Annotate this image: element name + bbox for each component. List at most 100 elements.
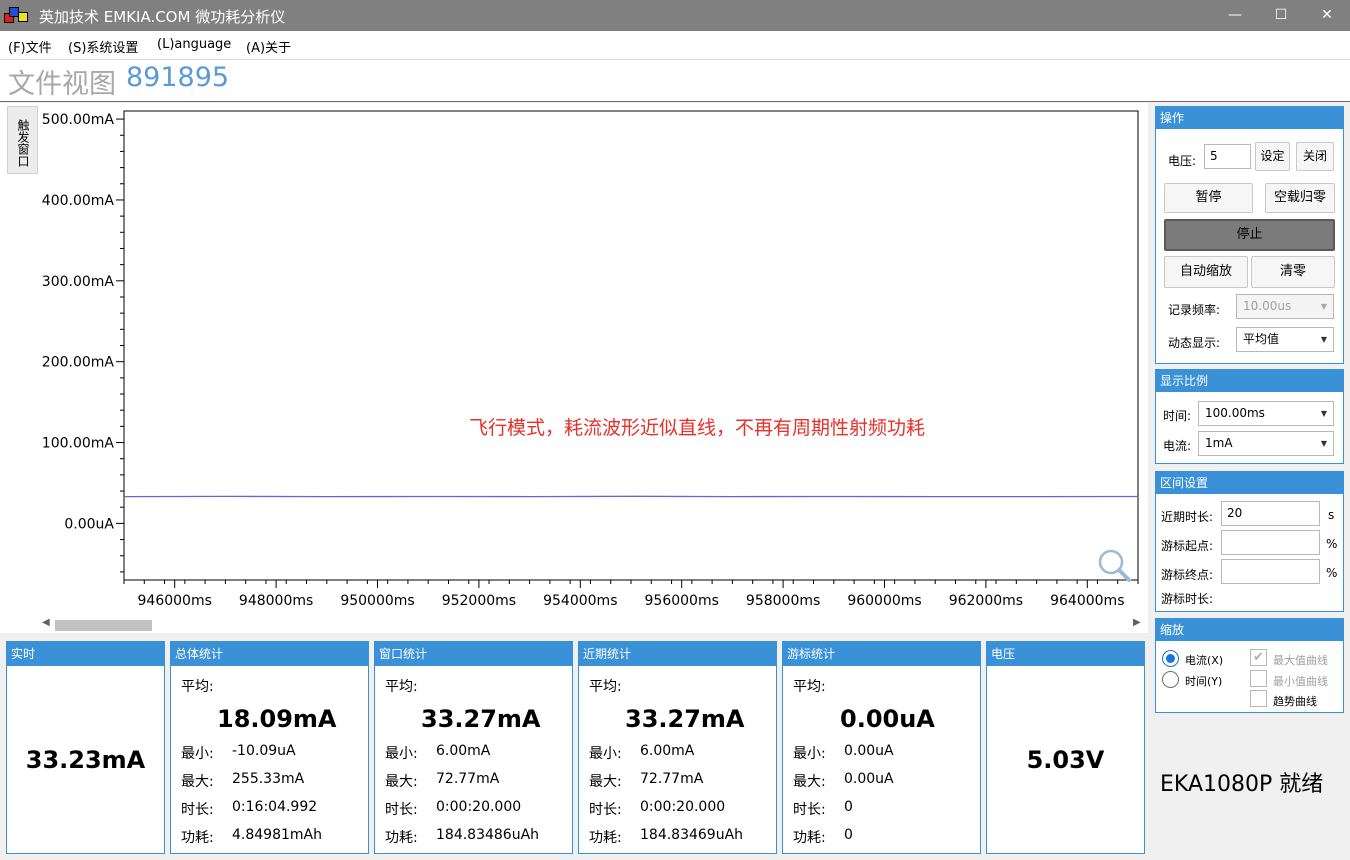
window-power-label: 功耗:: [385, 830, 418, 846]
total-duration-value: 0:16:04.992: [232, 799, 318, 815]
total-min-value: -10.09uA: [232, 743, 296, 759]
recent-duration-label: 近期时长:: [1161, 510, 1214, 524]
cursor-duration-label: 时长:: [793, 802, 826, 818]
x-tick-label: 958000ms: [746, 593, 820, 609]
current-waveform-chart[interactable]: 500.00mA 400.00mA 300.00mA 200.00mA 100.00mA…: [0, 103, 1148, 613]
recent-duration-input[interactable]: 20: [1221, 501, 1320, 526]
trend-curve-checkbox[interactable]: [1250, 690, 1267, 707]
cursor-stats-panel: 游标统计 平均: 0.00uA 最小: 0.00uA 最大: 0.00uA 时长…: [782, 641, 981, 854]
window-title: 英加技术 EMKIA.COM 微功耗分析仪: [39, 8, 286, 26]
minimize-button[interactable]: —: [1212, 0, 1258, 31]
recent-stats-panel: 近期统计 平均: 33.27mA 最小: 6.00mA 最大: 72.77mA …: [578, 641, 777, 854]
window-avg-label: 平均:: [385, 679, 418, 695]
max-curve-label: 最大值曲线: [1273, 654, 1328, 667]
device-status: EKA1080P 就绪: [1160, 772, 1324, 797]
clear-button[interactable]: 清零: [1251, 256, 1335, 288]
max-curve-checkbox[interactable]: ✔: [1250, 649, 1267, 666]
current-scale-label: 电流:: [1163, 439, 1192, 453]
window-duration-value: 0:00:20.000: [436, 799, 522, 815]
recent-max-value: 72.77mA: [640, 771, 704, 787]
cursor-duration-value: 0: [844, 799, 853, 815]
cursor-end-input[interactable]: [1221, 559, 1320, 584]
cursor-avg-value: 0.00uA: [840, 705, 935, 733]
zoom-time-label: 时间(Y): [1185, 675, 1223, 688]
zoom-time-radio[interactable]: [1162, 671, 1179, 688]
y-tick-label: 200.00mA: [42, 355, 115, 371]
recent-min-label: 最小:: [589, 746, 622, 762]
menu-about[interactable]: (A)关于: [246, 37, 291, 56]
display-scale-group: 显示比例 时间: 100.00ms ▼ 电流: 1mA ▼: [1155, 369, 1344, 464]
window-min-label: 最小:: [385, 746, 418, 762]
x-tick-label: 962000ms: [949, 593, 1023, 609]
cursor-max-value: 0.00uA: [844, 771, 894, 787]
close-power-button[interactable]: 关闭: [1296, 142, 1334, 171]
total-duration-label: 时长:: [181, 802, 214, 818]
app-logo-icon: [4, 7, 30, 25]
x-tick-label: 950000ms: [340, 593, 414, 609]
cursor-start-input[interactable]: [1221, 530, 1320, 555]
cursor-min-value: 0.00uA: [844, 743, 894, 759]
maximize-button[interactable]: ☐: [1258, 0, 1304, 31]
zoom-current-radio[interactable]: [1162, 650, 1179, 667]
time-scale-select[interactable]: 100.00ms ▼: [1198, 401, 1334, 426]
chevron-down-icon: ▼: [1320, 439, 1327, 448]
cursor-start-label: 游标起点:: [1161, 539, 1214, 553]
stop-button[interactable]: 停止: [1164, 219, 1335, 251]
total-max-label: 最大:: [181, 774, 214, 790]
range-settings-group: 区间设置 近期时长: 20 s 游标起点: % 游标终点: % 游标时长:: [1155, 471, 1344, 612]
recent-avg-value: 33.27mA: [625, 705, 745, 733]
time-scale-value: 100.00ms: [1205, 406, 1265, 420]
cursor-power-value: 0: [844, 827, 853, 843]
y-tick-label: 300.00mA: [42, 274, 115, 290]
y-tick-label: 0.00uA: [64, 516, 114, 532]
record-rate-value: 10.00us: [1243, 299, 1292, 313]
chevron-down-icon: ▼: [1320, 409, 1327, 418]
menu-settings[interactable]: (S)系统设置: [68, 37, 138, 56]
auto-scale-button[interactable]: 自动缩放: [1164, 256, 1248, 288]
total-power-value: 4.84981mAh: [232, 827, 322, 843]
scroll-left-icon[interactable]: ◀: [42, 617, 50, 628]
window-max-label: 最大:: [385, 774, 418, 790]
pause-button[interactable]: 暂停: [1164, 183, 1253, 213]
cursor-avg-label: 平均:: [793, 679, 826, 695]
trigger-window-button[interactable]: 触发窗口: [7, 106, 38, 174]
total-min-label: 最小:: [181, 746, 214, 762]
voltage-value: 5.03V: [1026, 746, 1105, 774]
cursor-power-label: 功耗:: [793, 830, 826, 846]
x-tick-label: 956000ms: [645, 593, 719, 609]
recent-duration-unit: s: [1328, 508, 1335, 522]
realtime-title: 实时: [7, 642, 164, 666]
close-window-button[interactable]: ✕: [1304, 0, 1350, 31]
voltage-title: 电压: [987, 642, 1144, 666]
title-bar: 英加技术 EMKIA.COM 微功耗分析仪 — ☐ ✕: [0, 0, 1350, 31]
realtime-panel: 实时 33.23mA: [6, 641, 165, 854]
menu-file[interactable]: (F)文件: [8, 37, 52, 56]
total-power-label: 功耗:: [181, 830, 214, 846]
x-tick-label: 964000ms: [1050, 593, 1124, 609]
no-load-zero-button[interactable]: 空载归零: [1265, 183, 1335, 213]
dynamic-display-select[interactable]: 平均值 ▼: [1236, 327, 1334, 352]
current-scale-select[interactable]: 1mA ▼: [1198, 431, 1334, 456]
cursor-max-label: 最大:: [793, 774, 826, 790]
scrollbar-thumb[interactable]: [55, 620, 152, 631]
menu-language[interactable]: (L)anguage: [157, 37, 231, 52]
view-label: 文件视图: [8, 69, 116, 100]
scroll-right-icon[interactable]: ▶: [1133, 617, 1141, 628]
view-header: 文件视图 891895: [0, 60, 1350, 102]
voltage-input[interactable]: 5: [1204, 144, 1251, 169]
set-voltage-button[interactable]: 设定: [1255, 142, 1290, 171]
min-curve-checkbox[interactable]: [1250, 670, 1267, 687]
voltage-panel: 电压 5.03V: [986, 641, 1145, 854]
total-max-value: 255.33mA: [232, 771, 305, 787]
chart-area: 500.00mA 400.00mA 300.00mA 200.00mA 100.00mA…: [0, 103, 1148, 633]
cursor-stats-title: 游标统计: [783, 642, 980, 666]
dynamic-display-value: 平均值: [1243, 332, 1280, 346]
recent-power-value: 184.83469uAh: [640, 827, 744, 843]
operation-group-title: 操作: [1156, 107, 1343, 129]
recent-min-value: 6.00mA: [640, 743, 695, 759]
record-rate-select[interactable]: 10.00us ▼: [1236, 294, 1334, 319]
horizontal-scrollbar[interactable]: ◀ ▶: [40, 615, 1146, 635]
total-stats-title: 总体统计: [171, 642, 368, 666]
app-window: 英加技术 EMKIA.COM 微功耗分析仪 — ☐ ✕ (F)文件 (S)系统设…: [0, 0, 1350, 860]
chevron-down-icon: ▼: [1320, 302, 1327, 311]
